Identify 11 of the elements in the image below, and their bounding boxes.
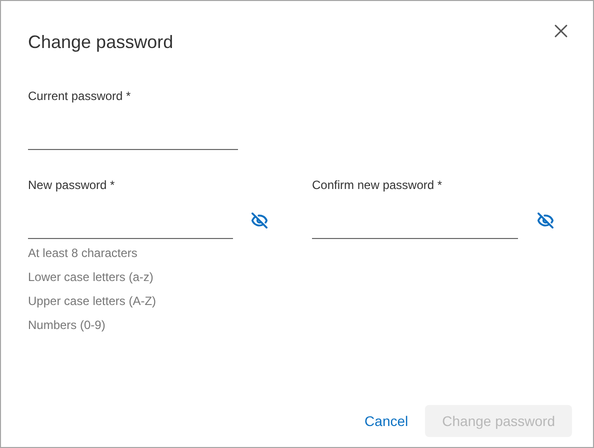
field-label: New password * bbox=[28, 178, 116, 192]
password-requirement: Upper case letters (A-Z) bbox=[28, 294, 158, 309]
field-label: Confirm new password * bbox=[312, 178, 444, 192]
hide-password-icon[interactable] bbox=[251, 212, 268, 229]
field-label: Current password * bbox=[28, 89, 132, 103]
cancel-button[interactable]: Cancel bbox=[364, 409, 408, 433]
password-requirement: Numbers (0-9) bbox=[28, 318, 106, 333]
password-requirement: Lower case letters (a-z) bbox=[28, 270, 154, 285]
dialog-title: Change password bbox=[28, 32, 174, 53]
hide-password-icon[interactable] bbox=[537, 212, 554, 229]
password-requirement: At least 8 characters bbox=[28, 246, 138, 261]
